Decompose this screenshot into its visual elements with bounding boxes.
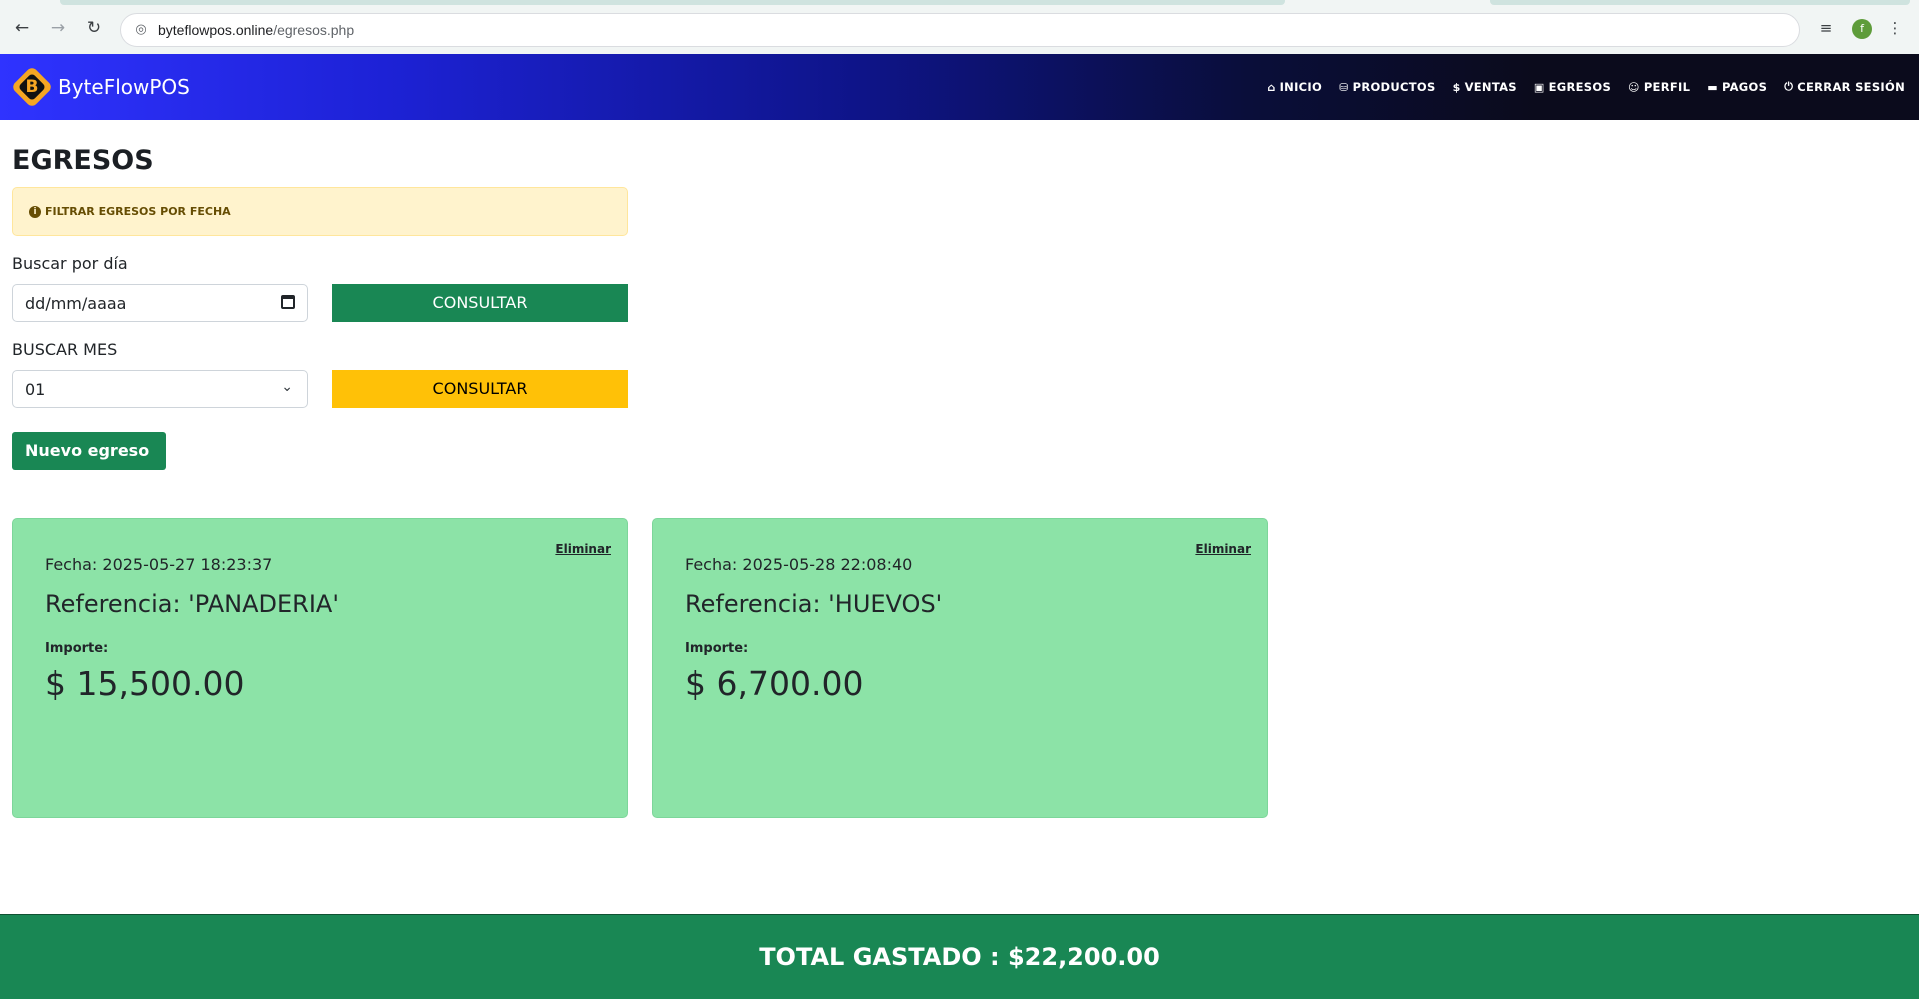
brand-link[interactable]: B ByteFlowPOS — [10, 65, 190, 109]
amount-label: Importe: — [685, 641, 749, 656]
tab-strip — [60, 0, 1285, 5]
amount-label: Importe: — [45, 641, 109, 656]
expense-reference: Referencia: 'PANADERIA' — [45, 590, 339, 618]
expense-amount: $ 15,500.00 — [45, 664, 245, 703]
nav-link-label: PERFIL — [1643, 80, 1691, 94]
tab-strip-secondary — [1490, 0, 1910, 5]
consult-month-button[interactable]: CONSULTAR — [332, 370, 628, 408]
site-info-icon[interactable]: ◎ — [133, 22, 149, 38]
date-placeholder: dd/mm/aaaa — [25, 294, 127, 313]
card-icon: ▬ — [1707, 80, 1718, 94]
app-navbar: B ByteFlowPOS ⌂ INICIO ⛁ PRODUCTOS $ VENTAS… — [0, 54, 1919, 120]
nav-link-cerrar-sesion[interactable]: ⏻ CERRAR SESIÓN — [1784, 80, 1905, 94]
brand-name: ByteFlowPOS — [58, 75, 190, 99]
nav-link-pagos[interactable]: ▬ PAGOS — [1707, 80, 1767, 94]
nav-link-label: EGRESOS — [1548, 80, 1612, 94]
filter-alert: i FILTRAR EGRESOS POR FECHA — [12, 187, 628, 236]
browser-menu-icon[interactable]: ⋮ — [1885, 17, 1905, 39]
expense-date: Fecha: 2025-05-28 22:08:40 — [685, 555, 913, 574]
profile-avatar[interactable]: f — [1852, 19, 1872, 39]
info-icon: i — [29, 206, 41, 218]
expense-card: Eliminar Fecha: 2025-05-27 18:23:37 Refe… — [12, 518, 628, 818]
power-icon: ⏻ — [1784, 80, 1794, 93]
expense-date: Fecha: 2025-05-27 18:23:37 — [45, 555, 273, 574]
chevron-down-icon: ⌄ — [281, 379, 293, 395]
url-text[interactable]: byteflowpos.online/egresos.php — [158, 22, 354, 38]
brand-logo-letter: B — [25, 77, 39, 97]
calendar-icon[interactable] — [281, 295, 295, 309]
consult-day-button[interactable]: CONSULTAR — [332, 284, 628, 322]
browser-toolbar: ← → ↻ ◎ byteflowpos.online/egresos.php ≡… — [0, 0, 1919, 54]
nav-links: ⌂ INICIO ⛁ PRODUCTOS $ VENTAS ▣ EGRESOS ☺ PER… — [1250, 54, 1905, 120]
delete-link[interactable]: Eliminar — [555, 542, 611, 556]
nav-link-inicio[interactable]: ⌂ INICIO — [1267, 80, 1322, 94]
back-icon[interactable]: ← — [11, 17, 33, 39]
total-spent: TOTAL GASTADO : $22,200.00 — [759, 943, 1160, 971]
expense-reference: Referencia: 'HUEVOS' — [685, 590, 943, 618]
nav-link-perfil[interactable]: ☺ PERFIL — [1628, 80, 1690, 94]
total-footer: TOTAL GASTADO : $22,200.00 — [0, 914, 1919, 999]
day-label: Buscar por día — [12, 254, 128, 273]
user-icon: ☺ — [1628, 80, 1640, 94]
media-control-icon[interactable]: ≡ — [1815, 17, 1837, 39]
url-path: /egresos.php — [273, 22, 355, 38]
delete-link[interactable]: Eliminar — [1195, 542, 1251, 556]
nav-link-ventas[interactable]: $ VENTAS — [1453, 80, 1517, 94]
new-expense-button[interactable]: Nuevo egreso + — [12, 432, 166, 498]
nav-link-label: PRODUCTOS — [1352, 80, 1436, 94]
brand-logo-icon: B — [10, 65, 54, 109]
cash-icon: ▣ — [1533, 80, 1545, 94]
home-icon: ⌂ — [1267, 80, 1276, 94]
expense-amount: $ 6,700.00 — [685, 664, 864, 703]
expense-card: Eliminar Fecha: 2025-05-28 22:08:40 Refe… — [652, 518, 1268, 818]
month-label: BUSCAR MES — [12, 340, 118, 359]
alert-text: FILTRAR EGRESOS POR FECHA — [45, 205, 231, 218]
month-select[interactable]: 01 ⌄ — [12, 370, 308, 408]
nav-link-label: INICIO — [1279, 80, 1323, 94]
basket-icon: ⛁ — [1339, 80, 1349, 94]
nav-link-label: PAGOS — [1721, 80, 1768, 94]
forward-icon[interactable]: → — [47, 17, 69, 39]
dollar-icon: $ — [1452, 80, 1461, 94]
nav-link-label: VENTAS — [1464, 80, 1517, 94]
address-bar[interactable]: ◎ byteflowpos.online/egresos.php — [120, 13, 1800, 47]
date-input[interactable]: dd/mm/aaaa — [12, 284, 308, 322]
reload-icon[interactable]: ↻ — [83, 17, 105, 39]
nav-link-productos[interactable]: ⛁ PRODUCTOS — [1339, 80, 1436, 94]
month-selected-value: 01 — [25, 380, 46, 399]
nav-link-egresos[interactable]: ▣ EGRESOS — [1534, 80, 1611, 94]
page-title: EGRESOS — [12, 145, 154, 176]
url-host: byteflowpos.online — [158, 22, 274, 38]
nav-link-label: CERRAR SESIÓN — [1797, 80, 1905, 94]
